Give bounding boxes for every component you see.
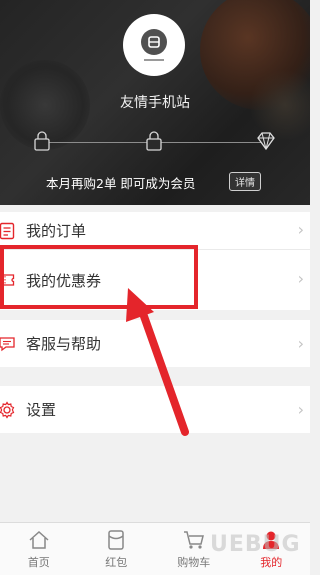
menu-item-service[interactable]: 客服与帮助 › xyxy=(0,320,310,367)
tab-redpacket[interactable]: 红包 xyxy=(78,523,156,575)
tab-home[interactable]: 首页 xyxy=(0,523,78,575)
home-icon xyxy=(28,529,50,551)
chevron-right-icon: › xyxy=(297,334,304,353)
chat-icon xyxy=(0,333,18,355)
watermark: UEBUG xyxy=(210,532,301,557)
chevron-right-icon: › xyxy=(297,269,304,288)
vip-requirement-text: 本月再购2单 即可成为会员 xyxy=(46,176,196,191)
tab-label: 首页 xyxy=(27,556,50,569)
logo-icon xyxy=(141,29,167,55)
lock-icon xyxy=(34,131,50,151)
gear-icon xyxy=(0,399,18,421)
tab-label: 红包 xyxy=(105,556,128,569)
chevron-right-icon: › xyxy=(297,400,304,419)
menu-item-label: 我的订单 xyxy=(26,222,87,240)
lock-icon xyxy=(146,131,162,151)
chevron-right-icon: › xyxy=(297,220,304,239)
tab-label: 购物车 xyxy=(177,556,211,569)
menu-item-label: 设置 xyxy=(26,401,57,419)
menu-group-service: 客服与帮助 › xyxy=(0,320,310,367)
redpacket-icon xyxy=(107,529,125,551)
site-logo[interactable] xyxy=(123,14,185,76)
cart-icon xyxy=(183,529,205,551)
diamond-icon xyxy=(256,131,276,151)
menu-item-settings[interactable]: 设置 › xyxy=(0,386,310,433)
order-icon xyxy=(0,220,18,242)
highlight-box xyxy=(0,245,198,309)
logo-underline xyxy=(144,59,164,61)
site-name: 友情手机站 xyxy=(120,95,190,111)
menu-group-settings: 设置 › xyxy=(0,386,310,433)
detail-button[interactable]: 详情 xyxy=(229,172,261,191)
membership-progress xyxy=(34,128,276,154)
menu-item-label: 客服与帮助 xyxy=(26,335,102,353)
profile-header: 友情手机站 本月再购2单 即可成为会员 详情 xyxy=(0,0,310,205)
